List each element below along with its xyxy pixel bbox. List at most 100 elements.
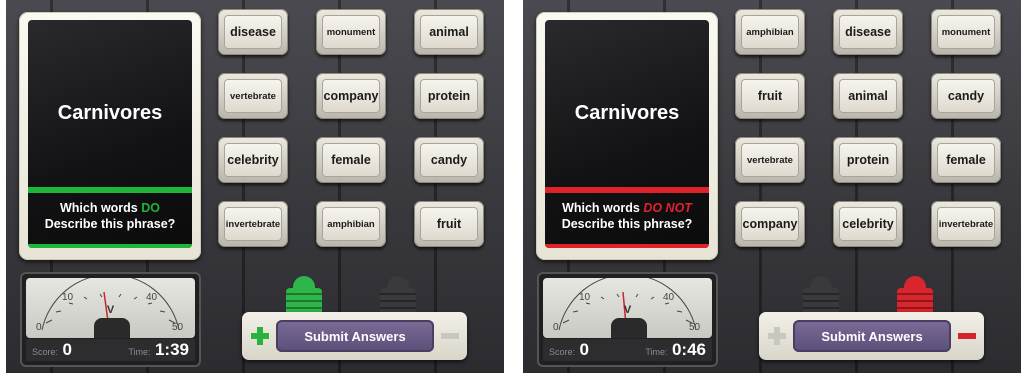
meter-unit-v: V [623,304,632,316]
word-button[interactable]: fruit [735,73,805,119]
word-label: protein [839,143,897,177]
game-panel-do-not: Carnivores Which words DO NOT Describe t… [523,0,1021,373]
voltmeter: 0 10 V 40 50 Score: 0 Time: 0:46 [537,272,718,367]
word-label: protein [420,79,478,113]
word-label: animal [420,15,478,49]
question-prefix: Which words [59,201,138,215]
prompt-bottom-bar [28,244,192,248]
word-label: candy [937,79,995,113]
word-label: candy [420,143,478,177]
meter-footer: Score: 0 Time: 0:46 [543,339,712,361]
word-button[interactable]: candy [414,137,484,183]
word-label: disease [224,15,282,49]
meter-tick-50: 50 [172,322,184,333]
word-button[interactable]: candy [931,73,1001,119]
time-label: Time: [645,347,668,357]
word-button[interactable]: disease [833,9,903,55]
word-label: female [937,143,995,177]
prompt-word: Carnivores [57,102,163,124]
score-value: 0 [62,340,72,359]
submit-answers-button[interactable]: Submit Answers [276,320,434,352]
word-button[interactable]: animal [833,73,903,119]
word-button[interactable]: company [316,73,386,119]
question-prefix: Which words [562,201,640,215]
prompt-card: Carnivores Which words DO NOT Describe t… [536,12,718,260]
meter-tick-50: 50 [689,322,701,333]
meter-tick-40: 40 [146,292,158,303]
word-label: vertebrate [741,143,799,177]
prompt-screen: Carnivores Which words DO NOT Describe t… [545,20,709,248]
word-button[interactable]: monument [931,9,1001,55]
word-button[interactable]: vertebrate [735,137,805,183]
meter-tick-0: 0 [553,322,559,333]
submit-bar: Submit Answers [242,312,467,360]
submit-answers-button[interactable]: Submit Answers [793,320,951,352]
prompt-color-bar [545,187,709,193]
voltmeter: 0 10 V 40 50 Score: 0 Time: 1:39 [20,272,201,367]
word-button[interactable]: company [735,201,805,247]
plus-icon[interactable] [251,327,269,345]
word-label: fruit [741,79,799,113]
prompt-bottom-bar [545,244,709,248]
word-label: celebrity [224,143,282,177]
word-label: monument [322,15,380,49]
time-label: Time: [128,347,151,357]
plus-icon[interactable] [768,327,786,345]
word-label: company [322,79,380,113]
word-label: fruit [420,207,478,241]
word-label: disease [839,15,897,49]
word-button[interactable]: celebrity [218,137,288,183]
word-button[interactable]: protein [833,137,903,183]
word-label: invertebrate [937,207,995,241]
word-button[interactable]: invertebrate [218,201,288,247]
meter-face: 0 10 V 40 50 [543,278,712,338]
prompt-question: Which words DO Describe this phrase? [28,200,192,232]
meter-tick-0: 0 [36,322,42,333]
word-label: vertebrate [224,79,282,113]
word-label: company [741,207,799,241]
word-label: invertebrate [224,207,282,241]
score-label: Score: [32,347,59,357]
word-button[interactable]: disease [218,9,288,55]
meter-tick-40: 40 [663,292,675,303]
prompt-color-bar [28,187,192,193]
meter-tick-10: 10 [62,292,74,303]
minus-icon[interactable] [441,327,459,345]
word-button[interactable]: celebrity [833,201,903,247]
word-button[interactable]: female [931,137,1001,183]
word-button[interactable]: amphibian [735,9,805,55]
word-button[interactable]: invertebrate [931,201,1001,247]
question-line2: Describe this phrase? [561,217,693,231]
word-button[interactable]: amphibian [316,201,386,247]
word-button[interactable]: fruit [414,201,484,247]
meter-footer: Score: 0 Time: 1:39 [26,339,195,361]
word-label: female [322,143,380,177]
time-value: 1:39 [154,340,189,359]
word-button[interactable]: female [316,137,386,183]
word-label: amphibian [741,15,799,49]
submit-bar: Submit Answers [759,312,984,360]
word-button[interactable]: animal [414,9,484,55]
meter-face: 0 10 V 40 50 [26,278,195,338]
question-keyword: DO [141,201,160,215]
word-label: amphibian [322,207,380,241]
meter-knob [94,318,130,338]
prompt-question: Which words DO NOT Describe this phrase? [545,200,709,232]
word-label: monument [937,15,995,49]
time-value: 0:46 [671,340,706,359]
question-keyword: DO NOT [643,201,692,215]
word-label: animal [839,79,897,113]
question-line2: Describe this phrase? [44,217,176,231]
score-value: 0 [579,340,589,359]
word-button[interactable]: protein [414,73,484,119]
word-button[interactable]: monument [316,9,386,55]
minus-icon[interactable] [958,327,976,345]
meter-knob [611,318,647,338]
score-label: Score: [549,347,576,357]
prompt-card: Carnivores Which words DO Describe this … [19,12,201,260]
word-button[interactable]: vertebrate [218,73,288,119]
prompt-word: Carnivores [574,102,680,124]
prompt-screen: Carnivores Which words DO Describe this … [28,20,192,248]
meter-unit-v: V [106,304,115,316]
game-panel-do: Carnivores Which words DO Describe this … [6,0,504,373]
